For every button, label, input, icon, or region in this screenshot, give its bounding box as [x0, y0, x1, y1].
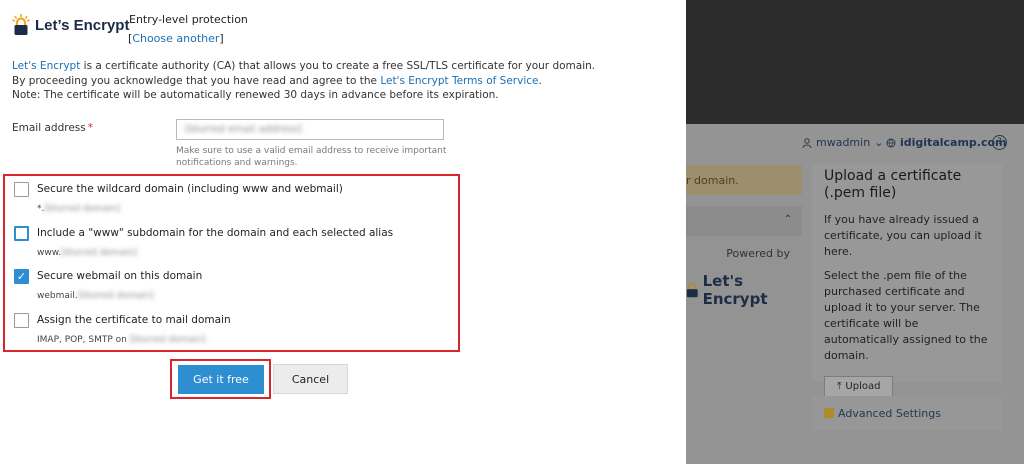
upload-button[interactable]: ⤒ Upload: [824, 376, 894, 397]
email-hint: Make sure to use a valid email address t…: [176, 146, 447, 168]
mail-domain-checkbox[interactable]: [14, 313, 29, 328]
required-mark: *: [87, 122, 93, 134]
upload-card-title: Upload a certificate (.pem file): [824, 168, 962, 201]
option-domain: webmail.[blurred domain]: [37, 291, 154, 301]
site-selector[interactable]: idigitalcamp.com: [886, 136, 1007, 149]
settings-icon: [824, 408, 834, 418]
certificate-type-title: Entry-level protection: [129, 13, 248, 26]
option-label: Include a "www" subdomain for the domain…: [37, 227, 394, 239]
background-powered-by: Powered by Let's Encrypt: [686, 236, 802, 360]
chevron-down-icon: ⌄: [874, 136, 884, 149]
background-dark-header: [686, 0, 1024, 124]
www-checkbox[interactable]: [14, 226, 29, 241]
user-icon: [802, 137, 812, 148]
email-label: Email address *: [12, 122, 93, 134]
terms-of-service-link[interactable]: Let's Encrypt Terms of Service: [380, 75, 538, 87]
lets-encrypt-lock-icon: [686, 282, 698, 298]
certificate-options-group: Secure the wildcard domain (including ww…: [3, 174, 460, 352]
chevron-up-icon: ⌃: [783, 214, 792, 225]
lets-encrypt-logo: Let’s Encrypt: [12, 14, 129, 36]
lets-encrypt-lock-icon: [12, 14, 30, 35]
checkmark-icon: ✓: [16, 270, 27, 283]
option-domain: IMAP, POP, SMTP on [blurred domain]: [37, 335, 206, 345]
user-menu[interactable]: mwadmin ⌄: [802, 136, 883, 149]
help-icon[interactable]: ?: [992, 135, 1007, 150]
background-accordion: ⌃: [686, 206, 802, 236]
powered-by-brand: Let's Encrypt: [686, 272, 802, 308]
background-user-bar: mwadmin ⌄ idigitalcamp.com ?: [686, 124, 1024, 162]
user-name: mwadmin: [816, 136, 871, 149]
webmail-checkbox[interactable]: ✓: [14, 269, 29, 284]
option-domain: www.[blurred domain]: [37, 248, 137, 258]
lets-encrypt-link[interactable]: Let's Encrypt: [12, 60, 80, 72]
option-label: Secure webmail on this domain: [37, 270, 203, 282]
email-field[interactable]: [blurred email address]: [176, 119, 444, 140]
globe-icon: [886, 138, 896, 147]
advanced-settings-link[interactable]: Advanced Settings: [812, 396, 1002, 430]
intro-text: Let's Encrypt is a certificate authority…: [12, 60, 596, 101]
get-it-free-button[interactable]: Get it free: [178, 365, 264, 394]
site-name: idigitalcamp.com: [900, 136, 1007, 149]
option-domain: *.[blurred domain]: [37, 204, 121, 214]
choose-another-wrapper: [Choose another]: [128, 32, 224, 45]
option-label: Secure the wildcard domain (including ww…: [37, 183, 343, 195]
option-label: Assign the certificate to mail domain: [37, 314, 231, 326]
upload-card-text-2: Select the .pem file of the purchased ce…: [824, 269, 988, 362]
ssl-certificate-dialog: Let’s Encrypt Entry-level protection [Ch…: [0, 0, 686, 464]
background-warning: r domain.: [686, 165, 802, 195]
upload-certificate-card: Upload a certificate (.pem file) If you …: [812, 164, 1002, 397]
wildcard-checkbox[interactable]: [14, 182, 29, 197]
choose-another-link[interactable]: Choose another: [132, 32, 219, 45]
cancel-button[interactable]: Cancel: [273, 364, 348, 394]
upload-card-text-1: If you have already issued a certificate…: [824, 213, 982, 258]
brand-name: Let’s Encrypt: [35, 16, 130, 34]
get-it-free-highlight: Get it free: [170, 359, 271, 399]
powered-by-label: Powered by: [726, 247, 790, 260]
upload-icon: ⤒: [837, 381, 842, 392]
